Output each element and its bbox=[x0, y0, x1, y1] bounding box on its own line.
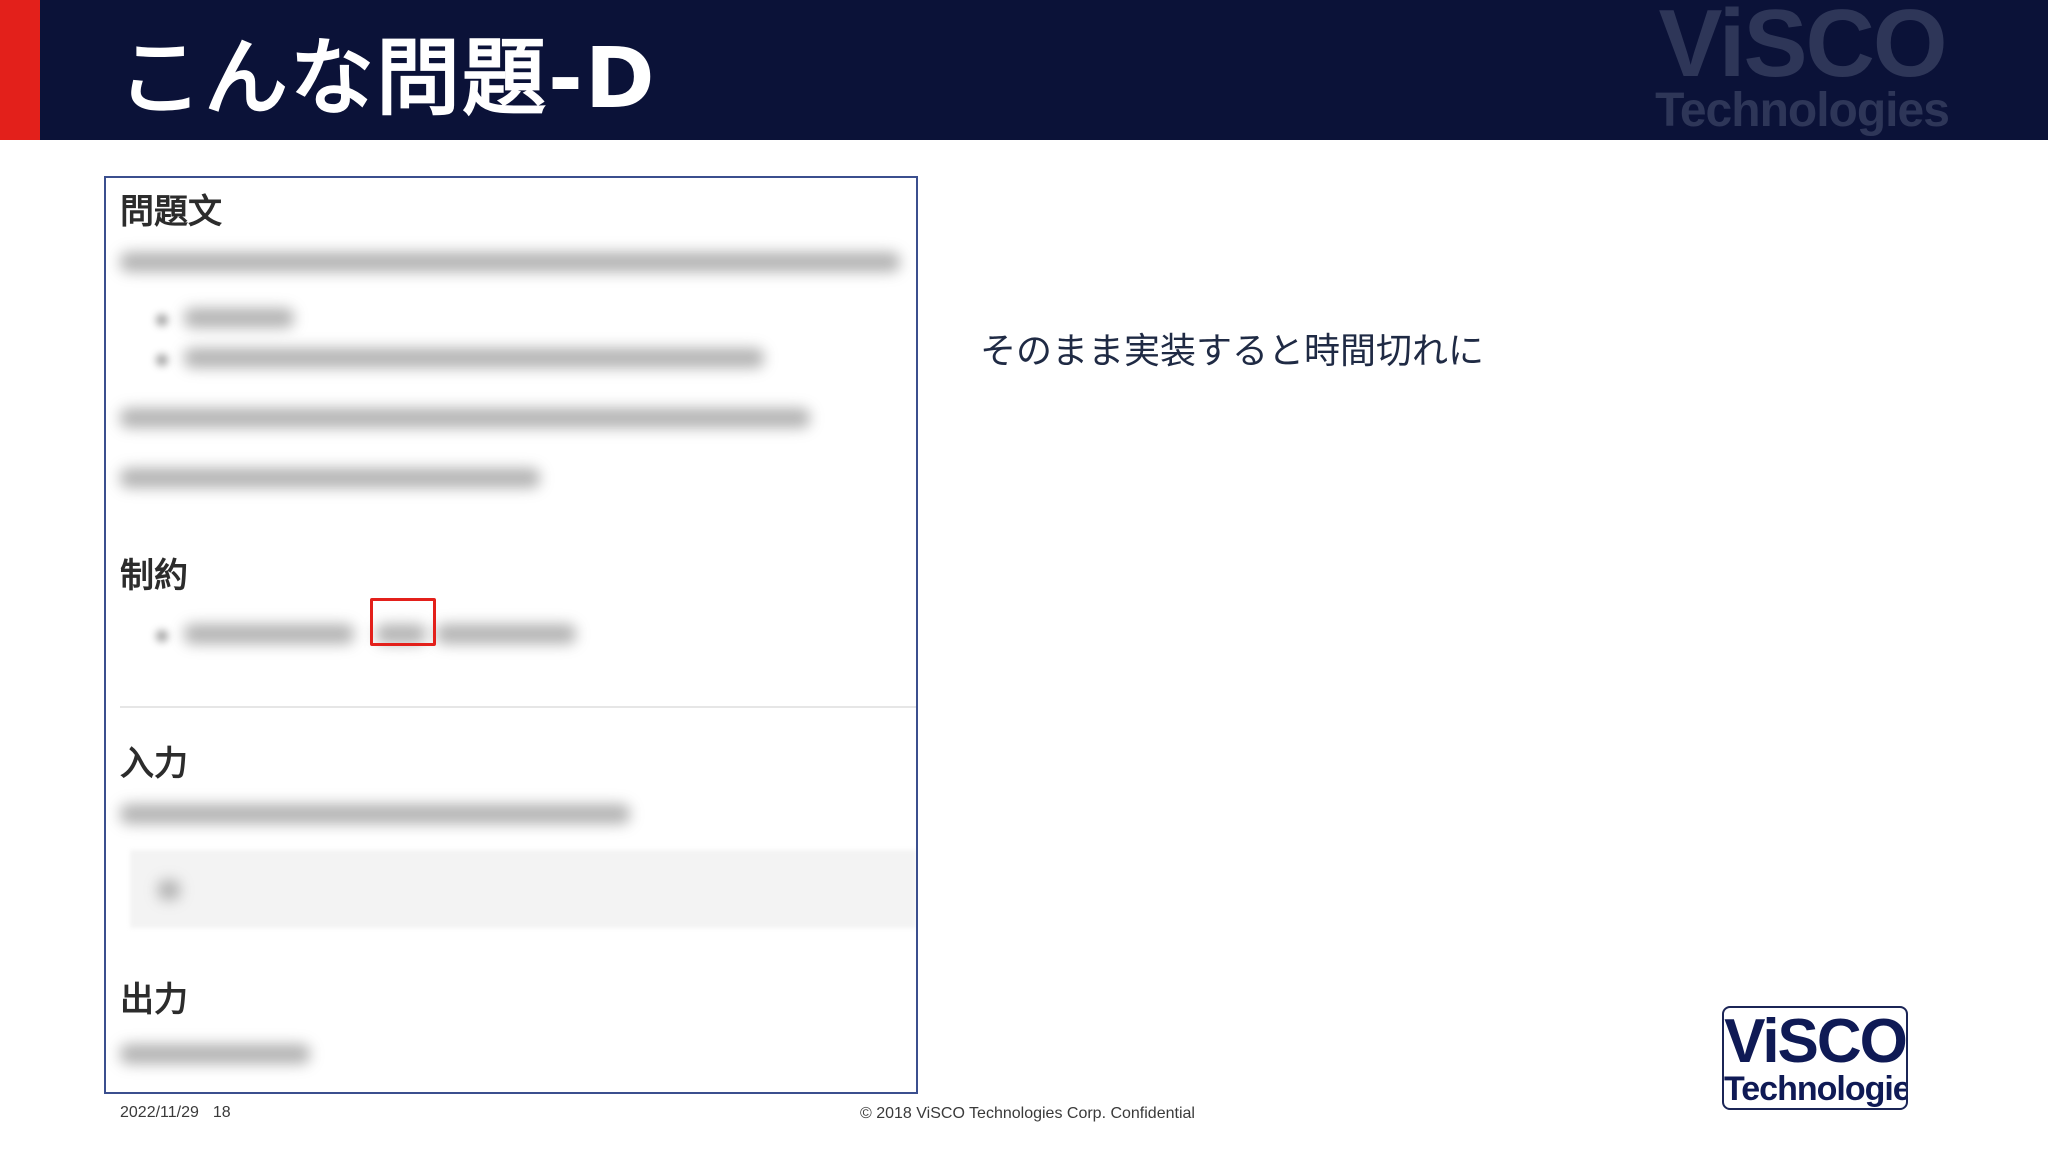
footer-date: 2022/11/29 bbox=[120, 1104, 199, 1121]
blurred-text-line bbox=[436, 624, 576, 644]
section-heading-input: 入力 bbox=[120, 744, 188, 784]
blurred-text-line bbox=[184, 308, 294, 328]
sample-input-box bbox=[130, 850, 916, 928]
blurred-text-line bbox=[158, 880, 180, 900]
slide-note: そのまま実装すると時間切れに bbox=[980, 331, 1485, 372]
footer-page-number: 18 bbox=[212, 1104, 231, 1121]
slide-header: こんな問題-D ViSCO Technologies bbox=[0, 0, 2048, 140]
watermark-brand: ViSCO bbox=[1658, 0, 1948, 97]
header-logo-watermark: ViSCO Technologies bbox=[1652, 0, 1952, 140]
footer-copyright: © 2018 ViSCO Technologies Corp. Confiden… bbox=[860, 1105, 1195, 1122]
section-heading-problem: 問題文 bbox=[120, 192, 222, 232]
blurred-text-line bbox=[120, 408, 810, 428]
blurred-bullet bbox=[156, 314, 168, 326]
constraint-highlight-box bbox=[370, 598, 436, 646]
problem-screenshot-panel: 問題文 制約 入力 出力 bbox=[104, 176, 918, 1094]
blurred-text-line bbox=[120, 1044, 310, 1064]
logo-subtitle: Technologies bbox=[1724, 1070, 1906, 1108]
header-accent-bar bbox=[0, 0, 40, 140]
blurred-text-line bbox=[120, 468, 540, 488]
section-heading-constraints: 制約 bbox=[120, 556, 188, 596]
blurred-text-line bbox=[120, 804, 630, 824]
company-logo: ViSCO Technologies bbox=[1722, 1006, 1908, 1110]
section-divider bbox=[120, 706, 916, 708]
blurred-text-line bbox=[184, 624, 354, 644]
watermark-subtitle: Technologies bbox=[1655, 84, 1950, 137]
blurred-bullet bbox=[156, 630, 168, 642]
blurred-text-line bbox=[184, 348, 764, 368]
blurred-text-line bbox=[120, 252, 900, 272]
blurred-bullet bbox=[156, 354, 168, 366]
slide-title: こんな問題-D bbox=[118, 29, 657, 127]
footer-date-page: 2022/11/29 18 bbox=[120, 1102, 231, 1124]
logo-brand: ViSCO bbox=[1724, 1007, 1906, 1076]
section-heading-output: 出力 bbox=[120, 980, 188, 1020]
